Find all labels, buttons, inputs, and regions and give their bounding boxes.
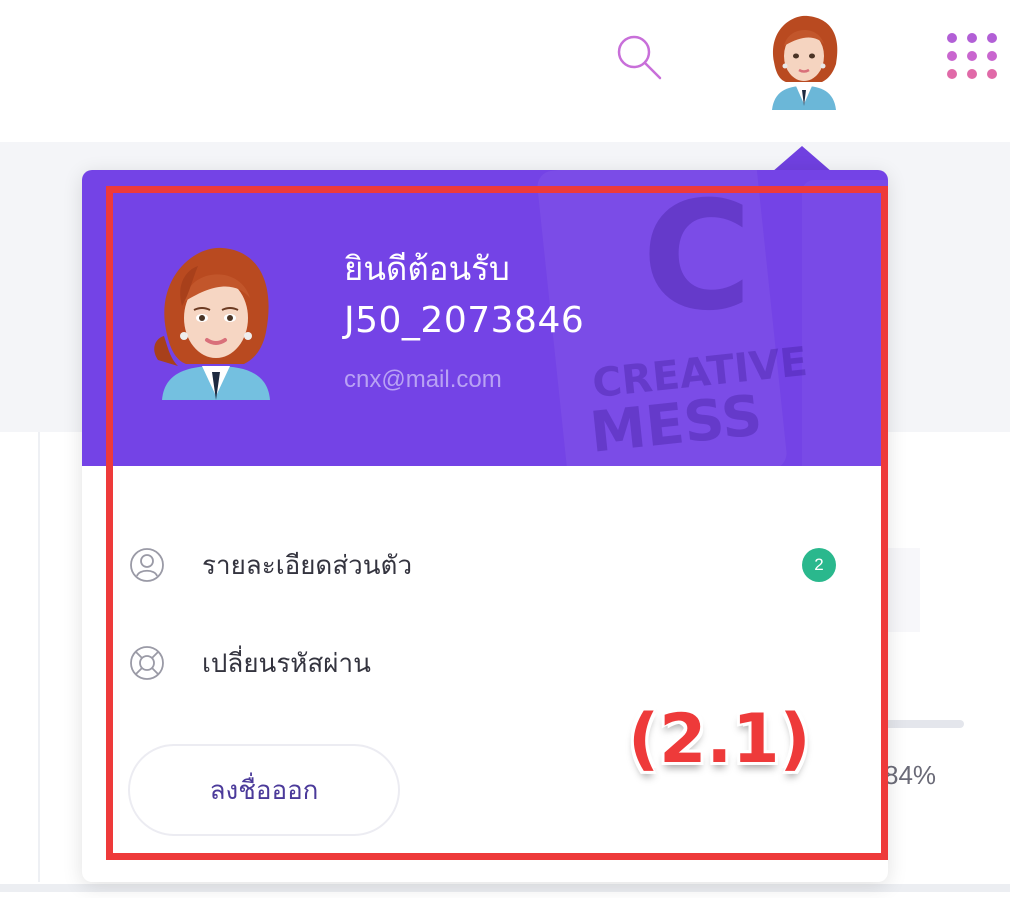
user-avatar-icon[interactable] bbox=[762, 10, 846, 110]
search-icon[interactable] bbox=[612, 30, 666, 84]
menu-item-label: เปลี่ยนรหัสผ่าน bbox=[202, 648, 371, 679]
top-bar bbox=[0, 0, 1010, 142]
profile-header: C CREATIVE MESS ยินดีต้อนรับ J50_2073846… bbox=[82, 170, 888, 466]
progress-percent: 84% bbox=[884, 760, 937, 790]
profile-avatar bbox=[154, 247, 270, 400]
progress-bar bbox=[880, 720, 964, 728]
page-divider bbox=[0, 884, 1010, 892]
logout-button[interactable]: ลงชื่อออก bbox=[128, 744, 400, 836]
header-decoration-letter: C bbox=[642, 170, 753, 344]
dropdown-caret bbox=[772, 146, 832, 172]
annotation-label: (2.1) bbox=[628, 700, 811, 779]
menu-item-label: รายละเอียดส่วนตัว bbox=[202, 550, 413, 581]
user-profile-icon bbox=[130, 548, 164, 582]
lifebuoy-icon bbox=[130, 646, 164, 680]
apps-grid-icon[interactable] bbox=[942, 26, 1002, 86]
menu-item-profile-details[interactable]: รายละเอียดส่วนตัว 2 bbox=[128, 540, 840, 590]
user-email: cnx@mail.com bbox=[344, 366, 502, 393]
username: J50_2073846 bbox=[344, 300, 585, 341]
menu-item-change-password[interactable]: เปลี่ยนรหัสผ่าน bbox=[128, 638, 840, 688]
welcome-text: ยินดีต้อนรับ bbox=[344, 249, 510, 288]
notification-badge: 2 bbox=[802, 548, 836, 582]
